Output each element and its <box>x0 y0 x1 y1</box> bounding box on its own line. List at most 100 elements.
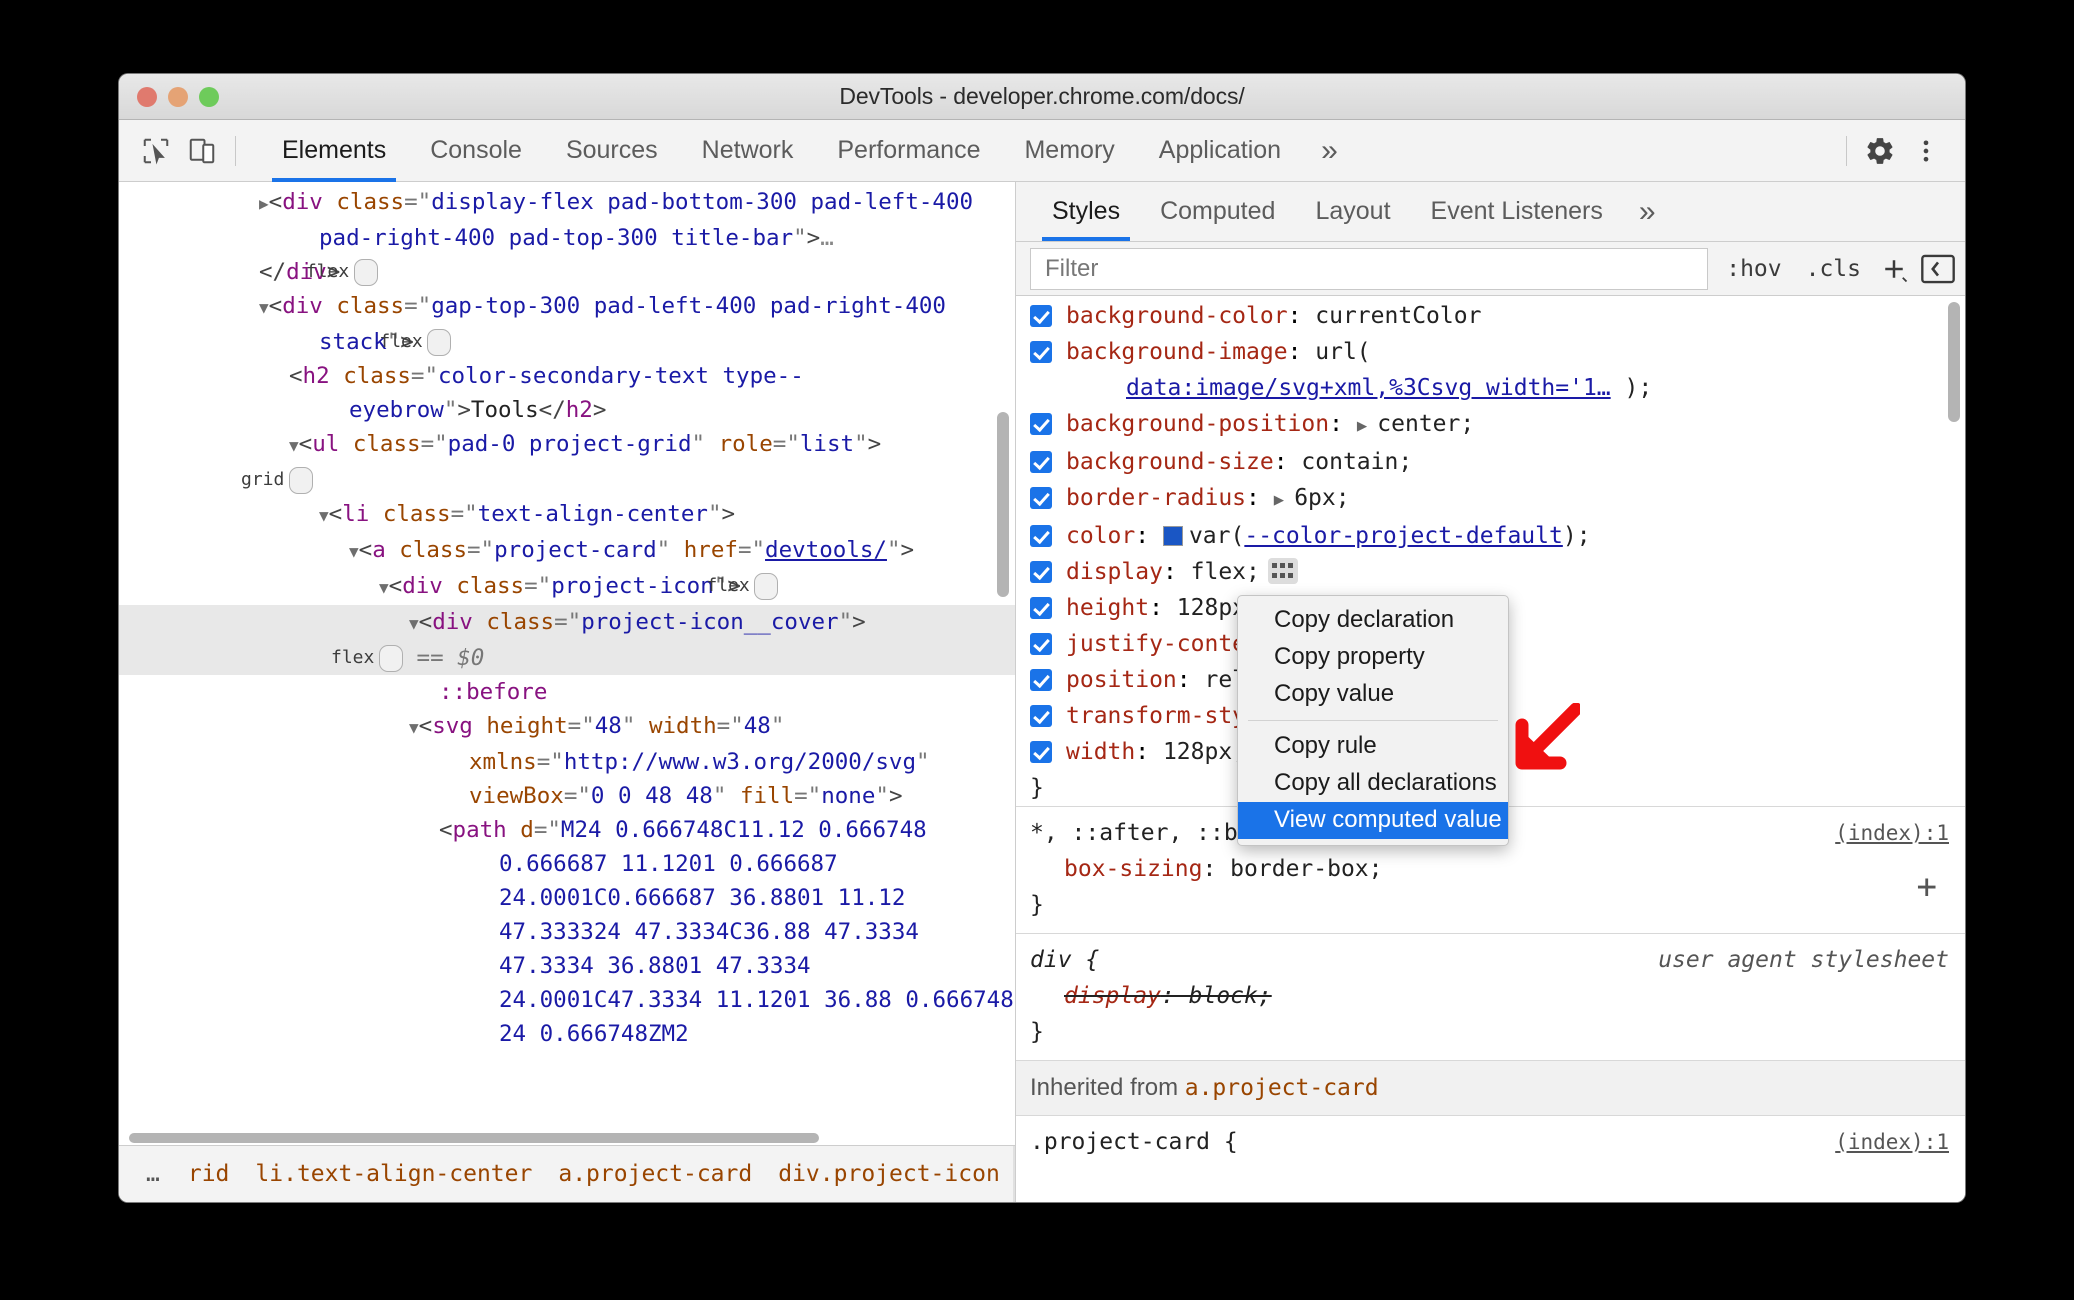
declaration-checkbox[interactable] <box>1030 525 1052 547</box>
declaration-value[interactable]: url( <box>1315 339 1370 365</box>
declaration-property[interactable]: height <box>1066 595 1149 621</box>
css-declaration[interactable]: color: var(--color-project-default); <box>1016 518 1965 554</box>
declaration-property[interactable]: background-image <box>1066 339 1288 365</box>
declaration-checkbox[interactable] <box>1030 561 1052 583</box>
breadcrumb-item[interactable]: rid <box>175 1161 243 1187</box>
display-badge[interactable]: flex <box>331 645 403 672</box>
declaration-checkbox[interactable] <box>1030 669 1052 691</box>
declaration-checkbox[interactable] <box>1030 705 1052 727</box>
declaration-checkbox[interactable] <box>1030 305 1052 327</box>
color-swatch[interactable] <box>1162 526 1183 546</box>
filter-input[interactable]: Filter <box>1030 247 1709 290</box>
css-declaration[interactable]: background-size: contain; <box>1016 444 1965 480</box>
expand-shorthand-icon[interactable]: ▶ <box>1357 416 1377 436</box>
tab-sources[interactable]: Sources <box>544 120 680 182</box>
dom-token-tri[interactable]: ▼ <box>319 506 329 525</box>
declaration-checkbox[interactable] <box>1030 451 1052 473</box>
inherited-from-selector[interactable]: a.project-card <box>1185 1075 1379 1101</box>
cls-button[interactable]: .cls <box>1800 256 1867 282</box>
css-declaration[interactable]: background-color: currentColor <box>1016 298 1965 334</box>
css-declaration[interactable]: border-radius: ▶ 6px; <box>1016 480 1965 518</box>
context-menu-item[interactable]: View computed value <box>1238 802 1508 839</box>
css-declaration[interactable]: display: flex; <box>1016 554 1965 590</box>
dom-tree-node[interactable]: ▼<li class="text-align-center"> <box>119 497 1015 533</box>
tabs-overflow-button[interactable]: » <box>1303 120 1356 182</box>
css-declaration-static[interactable]: box-sizing: border-box; <box>1016 851 1965 887</box>
tab-application[interactable]: Application <box>1137 120 1303 182</box>
dom-tree-node[interactable]: flex == $0 <box>119 641 1015 675</box>
breadcrumb-item[interactable]: a.project-card <box>545 1161 765 1187</box>
dom-token-tri[interactable]: ▼ <box>409 614 419 633</box>
styles-tabs-overflow-button[interactable]: » <box>1623 182 1672 241</box>
breadcrumb-item[interactable]: li.text-align-center <box>242 1161 545 1187</box>
declaration-property[interactable]: background-size <box>1066 449 1274 475</box>
device-toolbar-icon[interactable] <box>179 128 225 174</box>
dom-token-tri[interactable]: ▶ <box>259 194 269 213</box>
declaration-value[interactable]: 6px; <box>1294 485 1349 511</box>
display-badge[interactable]: grid <box>241 467 313 494</box>
declaration-value[interactable]: center; <box>1377 411 1474 437</box>
css-variable-link[interactable]: --color-project-default <box>1244 523 1563 549</box>
dom-tree-node[interactable]: ▼<ul class="pad-0 project-grid" role="li… <box>119 427 1015 463</box>
add-declaration-icon[interactable]: + <box>1917 869 1937 905</box>
dom-token-tri[interactable]: ▼ <box>409 718 419 737</box>
dom-token-lnk[interactable]: devtools/ <box>765 537 887 563</box>
context-menu-item[interactable]: Copy value <box>1238 676 1508 713</box>
breadcrumb-item[interactable]: … <box>133 1161 175 1187</box>
declaration-value[interactable]: currentColor <box>1315 303 1481 329</box>
declaration-value[interactable]: 128px; <box>1163 739 1246 765</box>
tab-styles[interactable]: Styles <box>1032 182 1140 241</box>
dom-tree-node[interactable]: ▼<div class="gap-top-300 pad-left-400 pa… <box>119 289 1015 359</box>
dom-tree-node[interactable]: ▼<div class="project-icon"> flex <box>119 569 1015 605</box>
declaration-property[interactable]: display <box>1066 559 1163 585</box>
declaration-property[interactable]: color <box>1066 523 1135 549</box>
tab-event-listeners[interactable]: Event Listeners <box>1411 182 1623 241</box>
declaration-property[interactable]: background-position <box>1066 411 1329 437</box>
dom-tree-node[interactable]: ▼<a class="project-card" href="devtools/… <box>119 533 1015 569</box>
display-badge[interactable]: flex <box>306 259 378 286</box>
gear-icon[interactable] <box>1857 128 1903 174</box>
new-style-rule-button[interactable] <box>1879 254 1909 284</box>
context-menu-item[interactable]: Copy all declarations <box>1238 765 1508 802</box>
declaration-property[interactable]: border-radius <box>1066 485 1246 511</box>
declaration-checkbox[interactable] <box>1030 487 1052 509</box>
dom-tree[interactable]: ▶<div class="display-flex pad-bottom-300… <box>119 182 1015 1145</box>
context-menu-item[interactable]: Copy declaration <box>1238 602 1508 639</box>
data-uri-link[interactable]: data:image/svg+xml,%3Csvg width='1… <box>1126 375 1611 401</box>
display-badge[interactable]: flex <box>379 329 452 356</box>
css-rule-origin[interactable]: (index):1 <box>1835 1124 1949 1160</box>
declaration-checkbox[interactable] <box>1030 597 1052 619</box>
dom-token-tri[interactable]: ▼ <box>289 436 299 455</box>
dom-token-tri[interactable]: ▼ <box>259 298 269 317</box>
css-selector[interactable]: div { <box>1030 942 1099 978</box>
context-menu[interactable]: Copy declaration Copy property Copy value C… <box>1237 595 1509 846</box>
breadcrumb-item[interactable]: div.project-icon <box>765 1161 1013 1187</box>
dom-token-tri[interactable]: ▼ <box>349 542 359 561</box>
context-menu-item[interactable]: Copy rule <box>1238 728 1508 765</box>
declaration-property[interactable]: width <box>1066 739 1135 765</box>
dom-tree-node[interactable]: </div> flex <box>119 255 1015 289</box>
declaration-checkbox[interactable] <box>1030 341 1052 363</box>
flexbox-editor-icon[interactable] <box>1267 558 1298 584</box>
css-selector[interactable]: .project-card { <box>1030 1124 1238 1160</box>
styles-scrollbar[interactable] <box>1948 302 1960 422</box>
dom-tree-node[interactable]: …▼<div class="project-icon__cover"> <box>119 605 1015 641</box>
breadcrumb[interactable]: … rid li.text-align-center a.project-card di… <box>119 1145 1015 1202</box>
tab-computed[interactable]: Computed <box>1140 182 1295 241</box>
expand-shorthand-icon[interactable]: ▶ <box>1274 490 1294 510</box>
dom-token-tri[interactable]: ▼ <box>379 578 389 597</box>
dom-tree-node[interactable]: <path d="M24 0.666748C11.12 0.666748 0.6… <box>119 813 1015 1051</box>
dom-tree-node[interactable]: ▶<div class="display-flex pad-bottom-300… <box>119 185 1015 255</box>
declaration-checkbox[interactable] <box>1030 413 1052 435</box>
declaration-checkbox[interactable] <box>1030 633 1052 655</box>
dom-tree-node[interactable]: <h2 class="color-secondary-text type--ey… <box>119 359 1015 427</box>
breadcrumb-item[interactable]: di <box>1012 1146 1015 1202</box>
tab-memory[interactable]: Memory <box>1002 120 1136 182</box>
css-declaration[interactable]: background-position: ▶ center; <box>1016 406 1965 444</box>
tab-elements[interactable]: Elements <box>260 120 408 182</box>
css-declaration-static[interactable]: display: block; <box>1016 978 1965 1014</box>
tab-performance[interactable]: Performance <box>815 120 1002 182</box>
declaration-property[interactable]: background-color <box>1066 303 1288 329</box>
declaration-value[interactable]: flex; <box>1191 559 1260 585</box>
dom-tree-node[interactable]: grid <box>119 463 1015 497</box>
